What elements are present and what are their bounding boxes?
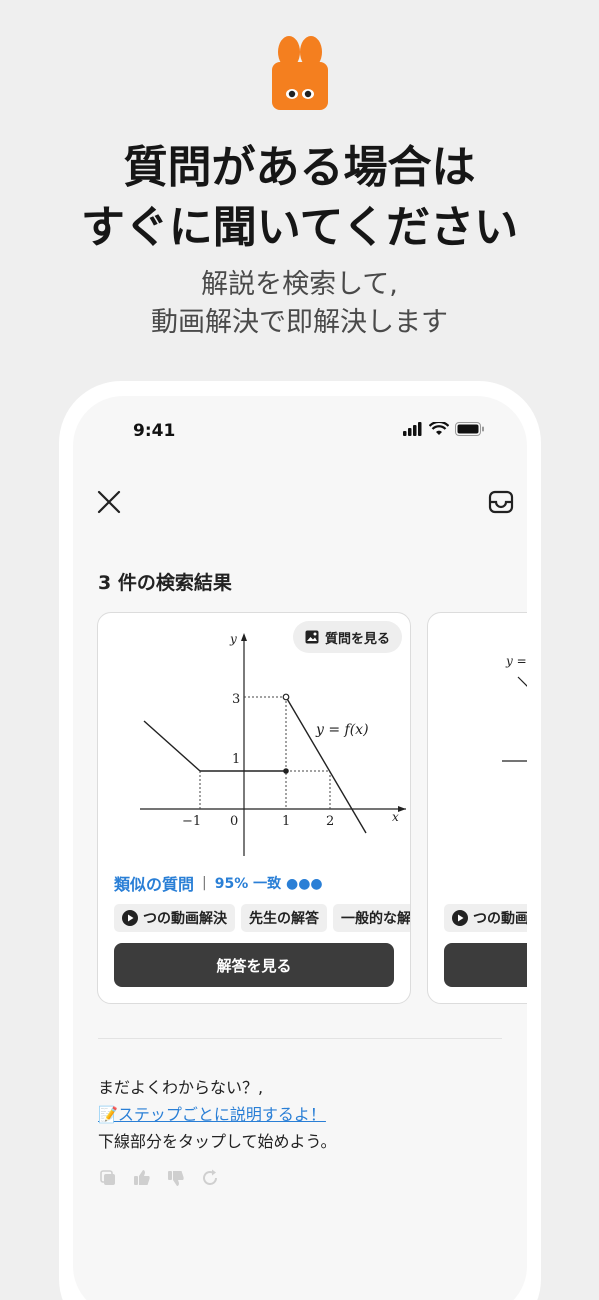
function-label: y = (505, 654, 527, 668)
similar-label: 類似の質問 (114, 875, 195, 894)
status-icons (403, 422, 485, 436)
phone-screen: 9:41 3 件の検索結果 y x y = f(x) −1 0 1 2 1 3 … (73, 396, 527, 1300)
subheadline: 解説を検索して, 動画解決で即解決します (0, 266, 599, 342)
help-line-1: まだよくわからない？, (98, 1078, 264, 1097)
result-card[interactable]: y = つの動画 (427, 612, 527, 1004)
function-graph: y x y = f(x) −1 0 1 2 1 3 (140, 632, 406, 856)
close-icon[interactable] (95, 488, 123, 516)
chip-label: 先生の解答 (249, 911, 319, 927)
image-icon (305, 630, 319, 644)
video-solution-chip[interactable]: つの動画 (444, 904, 527, 932)
similar-question-row: 類似の質問 | 95% 一致 ●●● (114, 871, 323, 895)
play-icon (452, 910, 468, 926)
view-question-label: 質問を見る (324, 631, 390, 647)
chip-label: 一般的な解 (341, 911, 411, 927)
signal-icon (403, 422, 422, 436)
feedback-actions (98, 1168, 220, 1188)
video-solution-chip[interactable]: つの動画解決 (114, 904, 235, 932)
teacher-answer-chip[interactable]: 先生の解答 (241, 904, 327, 932)
headline-line-1: 質問がある場合は (123, 142, 476, 193)
wifi-icon (429, 422, 449, 435)
tick-label: 0 (230, 814, 238, 829)
function-graph: y = (502, 654, 527, 762)
headline: 質問がある場合は すぐに聞いてください (0, 138, 599, 258)
y-axis-label: y (229, 632, 237, 646)
tick-label: 1 (282, 814, 290, 829)
tick-label: 2 (326, 814, 334, 829)
result-card[interactable]: y x y = f(x) −1 0 1 2 1 3 質問を見る 類似の質問 | … (97, 612, 411, 1004)
tick-label: 1 (232, 752, 240, 767)
headline-line-2: すぐに聞いてください (80, 202, 519, 253)
chip-label: つの動画 (473, 911, 527, 927)
copy-icon[interactable] (98, 1168, 118, 1188)
view-answer-button[interactable] (444, 943, 527, 987)
view-answer-button[interactable]: 解答を見る (114, 943, 394, 987)
thumbs-up-icon[interactable] (132, 1168, 152, 1188)
chip-row: つの動画 (444, 904, 527, 932)
divider (98, 1038, 502, 1039)
function-label: y = f(x) (315, 722, 369, 738)
battery-icon (455, 422, 484, 436)
results-title: 3 件の検索結果 (98, 572, 232, 594)
status-time: 9:41 (133, 421, 176, 441)
x-axis-label: x (392, 810, 399, 824)
subheadline-line-2: 動画解決で即解決します (151, 307, 448, 338)
mascot-logo (272, 36, 328, 110)
match-percentage: 95% 一致 ●●● (214, 876, 323, 892)
inbox-icon[interactable] (487, 488, 515, 516)
step-explanation-link[interactable]: 📝ステップごとに説明するよ！ (98, 1105, 326, 1124)
chip-label: つの動画解決 (143, 911, 227, 927)
play-icon (122, 910, 138, 926)
tick-label: 3 (232, 692, 240, 707)
tick-label: −1 (182, 814, 201, 829)
help-message: まだよくわからない？, 📝ステップごとに説明するよ！ 下線部分をタップして始めよ… (98, 1074, 337, 1155)
separator: | (202, 875, 207, 891)
chip-row: つの動画解決 先生の解答 一般的な解 (114, 904, 411, 932)
subheadline-line-1: 解説を検索して, (201, 269, 398, 300)
view-question-button[interactable]: 質問を見る (292, 621, 402, 653)
general-solution-chip[interactable]: 一般的な解 (333, 904, 411, 932)
thumbs-down-icon[interactable] (166, 1168, 186, 1188)
help-line-3: 下線部分をタップして始めよう。 (98, 1132, 337, 1151)
refresh-icon[interactable] (200, 1168, 220, 1188)
